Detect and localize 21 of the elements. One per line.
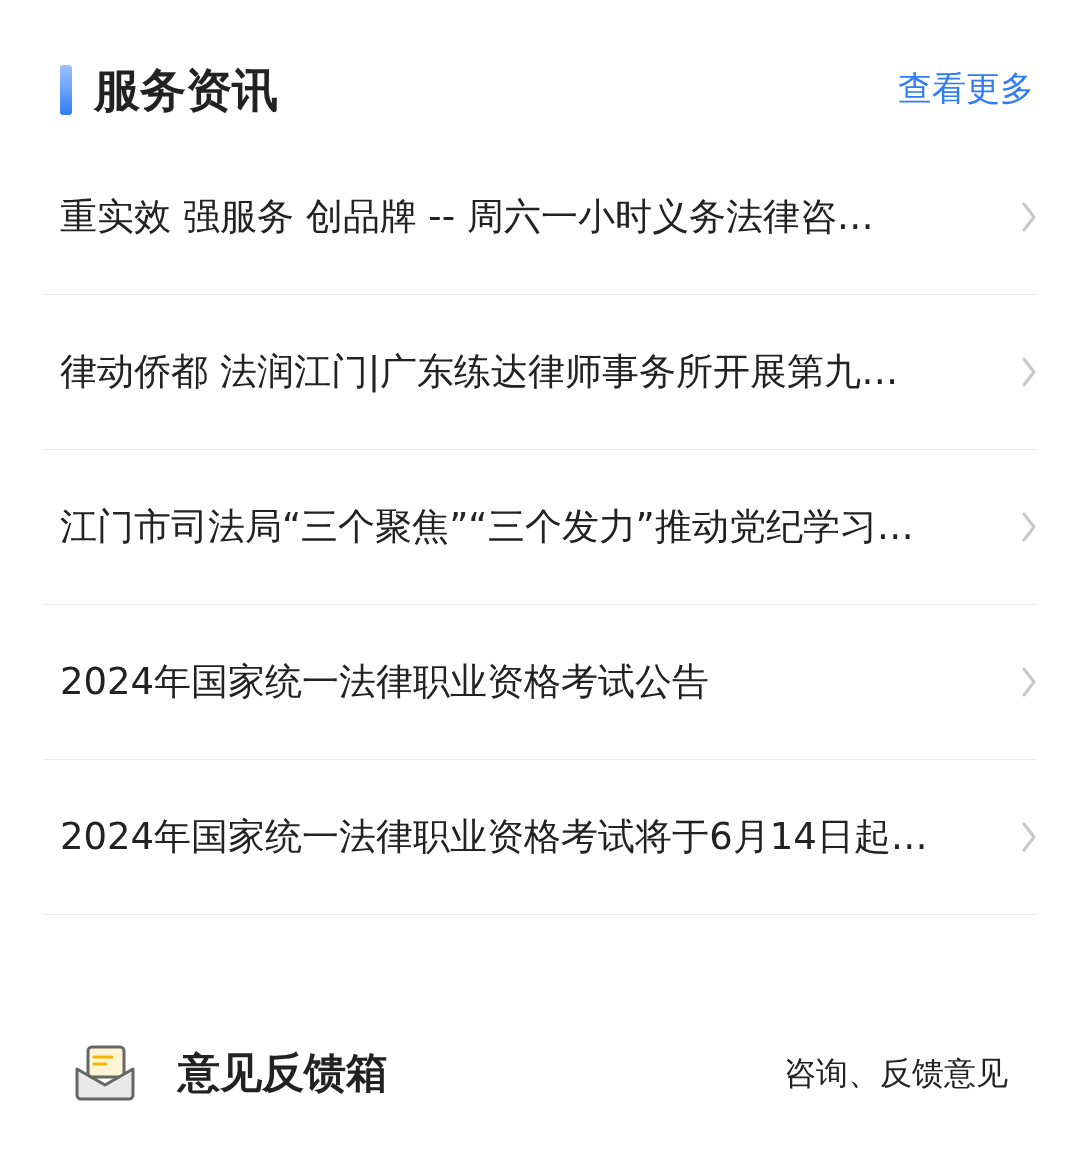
section-title: 服务资讯 <box>94 62 278 119</box>
chevron-right-icon <box>1022 202 1036 232</box>
chevron-right-icon <box>1022 357 1036 387</box>
chevron-right-icon <box>1022 667 1036 697</box>
news-item[interactable]: 重实效 强服务 创品牌 -- 周六一小时义务法律咨… <box>44 140 1036 295</box>
news-item[interactable]: 2024年国家统一法律职业资格考试公告 <box>44 605 1036 760</box>
accent-bar <box>60 65 72 115</box>
news-title: 重实效 强服务 创品牌 -- 周六一小时义务法律咨… <box>60 194 874 240</box>
feedback-subtitle: 咨询、反馈意见 <box>784 1053 1008 1094</box>
news-item[interactable]: 2024年国家统一法律职业资格考试将于6月14日起… <box>44 760 1036 915</box>
feedback-title: 意见反馈箱 <box>178 1047 388 1099</box>
news-title: 律动侨都 法润江门|广东练达律师事务所开展第九… <box>60 349 899 395</box>
chevron-right-icon <box>1022 512 1036 542</box>
news-title: 2024年国家统一法律职业资格考试公告 <box>60 659 710 705</box>
mail-icon <box>74 1045 136 1101</box>
view-more-link[interactable]: 查看更多 <box>898 58 1034 118</box>
chevron-right-icon <box>1022 822 1036 852</box>
news-title: 江门市司法局“三个聚焦”“三个发力”推动党纪学习… <box>60 504 914 550</box>
news-item[interactable]: 律动侨都 法润江门|广东练达律师事务所开展第九… <box>44 295 1036 450</box>
news-title: 2024年国家统一法律职业资格考试将于6月14日起… <box>60 814 928 860</box>
news-item[interactable]: 江门市司法局“三个聚焦”“三个发力”推动党纪学习… <box>44 450 1036 605</box>
